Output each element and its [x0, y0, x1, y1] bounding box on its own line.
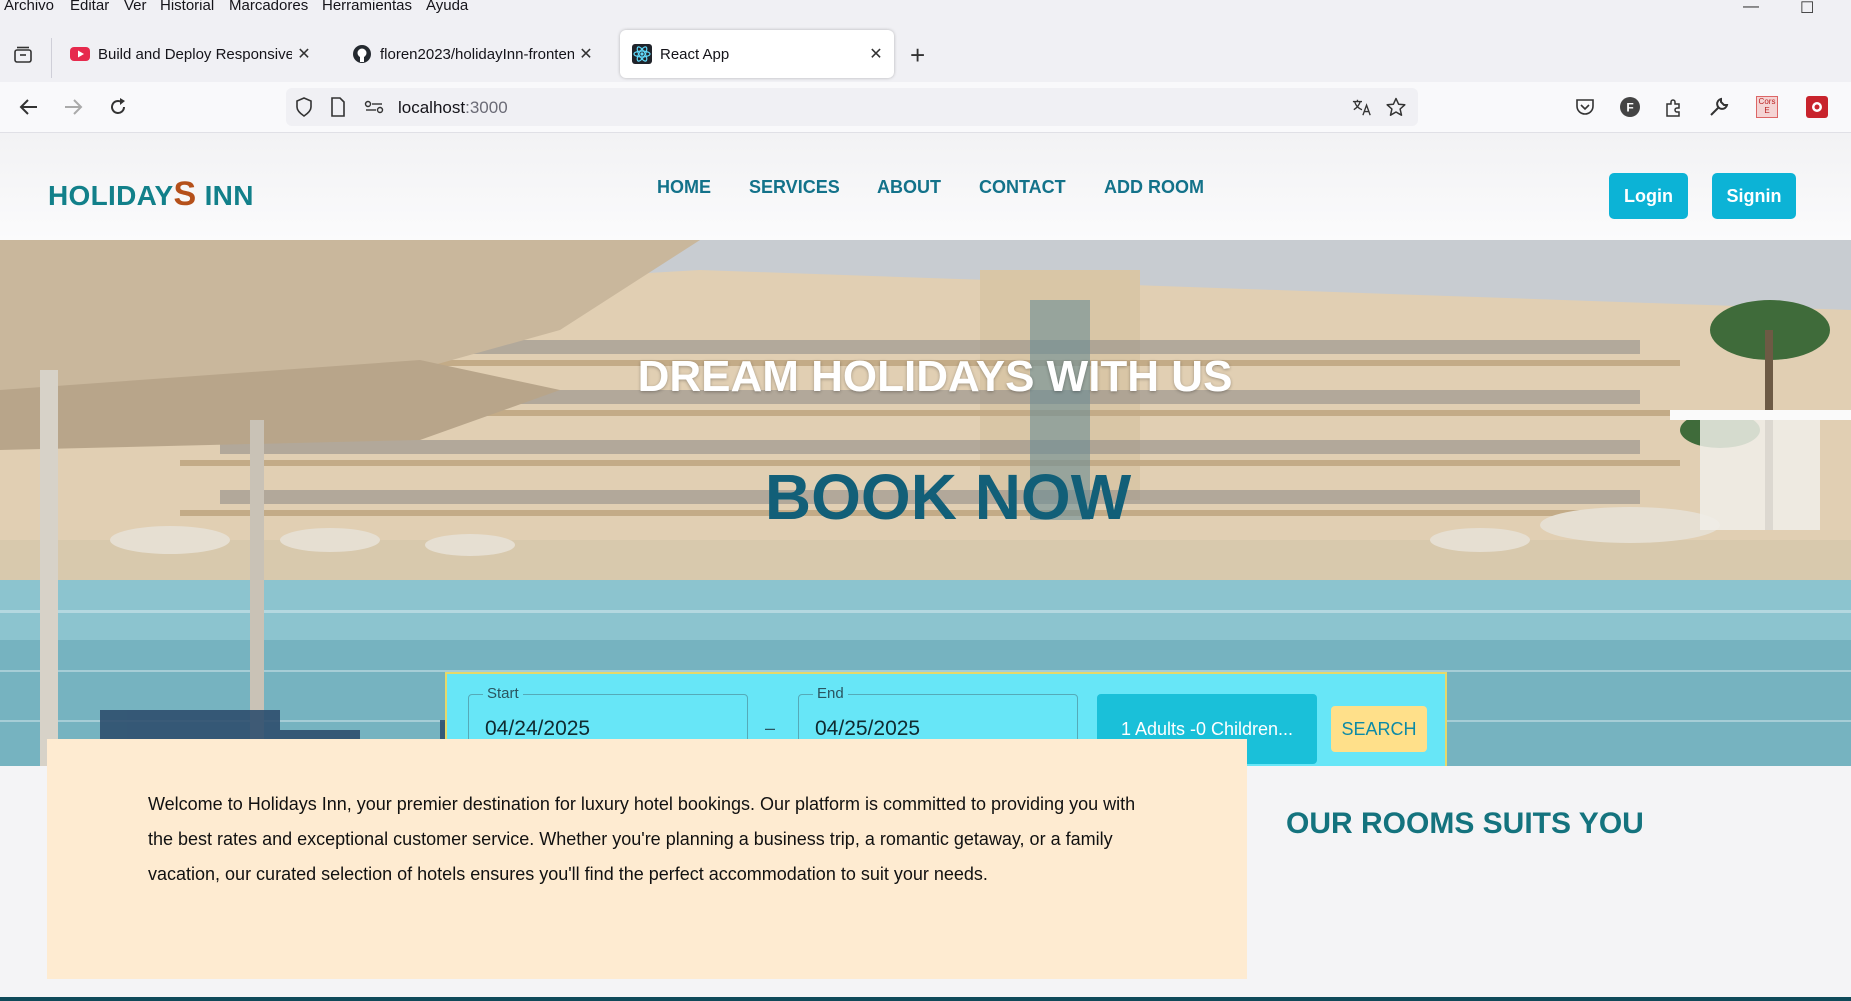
logo-part-2: INN: [196, 180, 254, 211]
svg-text:F: F: [1626, 101, 1633, 115]
extensions-icon[interactable]: [1659, 92, 1689, 122]
account-icon[interactable]: F: [1615, 92, 1645, 122]
nav-about[interactable]: ABOUT: [877, 177, 941, 198]
menu-ayuda[interactable]: Ayuda: [426, 0, 468, 14]
book-now-heading: BOOK NOW: [764, 461, 1132, 533]
back-icon[interactable]: [14, 92, 44, 122]
rooms-section-title: OUR ROOMS SUITS YOU: [1286, 807, 1644, 840]
navigation-bar: localhost:3000 F Cors E: [0, 82, 1851, 133]
end-date-label: End: [813, 685, 848, 702]
tab-react-app[interactable]: React App ✕: [620, 30, 894, 78]
menu-marcadores[interactable]: Marcadores: [229, 0, 308, 14]
new-tab-button[interactable]: +: [910, 40, 925, 71]
tab-title: React App: [660, 45, 730, 63]
start-date-value: 04/24/2025: [485, 717, 591, 740]
menu-ver[interactable]: Ver: [124, 0, 147, 14]
url-host: localhost: [398, 98, 466, 117]
welcome-section: Welcome to Holidays Inn, your premier de…: [47, 739, 1247, 979]
page-icon[interactable]: [328, 97, 348, 117]
date-separator: –: [765, 718, 776, 738]
logo-part-1: HOLIDAY: [48, 180, 174, 211]
tab-title: Build and Deploy Responsive React: [98, 45, 292, 63]
end-date-value: 04/25/2025: [815, 717, 921, 740]
bookmark-star-icon[interactable]: [1386, 97, 1406, 117]
reload-icon[interactable]: [103, 92, 133, 122]
menu-herramientas[interactable]: Herramientas: [322, 0, 412, 14]
youtube-icon: [70, 44, 90, 64]
menu-bar: Archivo Editar Ver Historial Marcadores …: [0, 0, 1851, 17]
tab-title: floren2023/holidayInn-frontend: [380, 45, 574, 63]
close-icon[interactable]: ✕: [864, 44, 888, 64]
menu-editar[interactable]: Editar: [70, 0, 109, 14]
tab-divider: [51, 38, 52, 78]
signin-button[interactable]: Signin: [1712, 173, 1796, 219]
nav-home[interactable]: HOME: [657, 177, 711, 198]
cors-sublabel: E: [1764, 106, 1770, 115]
github-icon: [352, 44, 372, 64]
web-page: HOLIDAYS INN HOME SERVICES ABOUT CONTACT…: [0, 133, 1851, 1001]
close-icon[interactable]: ✕: [292, 44, 316, 64]
react-icon: [632, 44, 652, 64]
menu-archivo[interactable]: Archivo: [4, 0, 54, 14]
shield-icon[interactable]: [294, 97, 314, 117]
extension-red-icon[interactable]: [1802, 92, 1832, 122]
pocket-icon[interactable]: [1570, 92, 1600, 122]
site-logo[interactable]: HOLIDAYS INN: [48, 175, 254, 214]
hero-banner: DREAM HOLIDAYS WITH US BOOK NOW Start 04…: [0, 240, 1851, 766]
url-port: :3000: [465, 98, 508, 117]
hero-title: DREAM HOLIDAYS WITH US: [637, 352, 1233, 401]
close-icon[interactable]: ✕: [574, 44, 598, 64]
minimize-button[interactable]: —: [1743, 0, 1759, 16]
nav-add-room[interactable]: ADD ROOM: [1104, 177, 1204, 198]
menu-historial[interactable]: Historial: [160, 0, 214, 14]
search-button[interactable]: SEARCH: [1331, 706, 1427, 752]
cors-label: Cors: [1758, 97, 1776, 106]
url-text[interactable]: localhost:3000: [398, 98, 508, 118]
translate-icon[interactable]: [1352, 97, 1372, 117]
tab-bar: Build and Deploy Responsive React ✕ flor…: [0, 16, 1851, 82]
nav-services[interactable]: SERVICES: [749, 177, 840, 198]
logo-s: S: [173, 175, 197, 213]
url-bar[interactable]: localhost:3000: [286, 88, 1418, 126]
wrench-icon[interactable]: [1704, 92, 1734, 122]
forward-icon[interactable]: [58, 92, 88, 122]
tab-overview-icon[interactable]: [8, 40, 38, 70]
nav-contact[interactable]: CONTACT: [979, 177, 1066, 198]
tab-youtube[interactable]: Build and Deploy Responsive React ✕: [58, 30, 322, 78]
footer-edge: [0, 997, 1851, 1001]
welcome-text: Welcome to Holidays Inn, your premier de…: [148, 794, 1136, 884]
start-date-label: Start: [483, 685, 523, 702]
cors-extension-icon[interactable]: Cors E: [1752, 92, 1782, 122]
site-header: HOLIDAYS INN HOME SERVICES ABOUT CONTACT…: [0, 133, 1851, 240]
tab-github[interactable]: floren2023/holidayInn-frontend ✕: [340, 30, 604, 78]
permissions-icon[interactable]: [364, 97, 384, 117]
login-button[interactable]: Login: [1609, 173, 1688, 219]
